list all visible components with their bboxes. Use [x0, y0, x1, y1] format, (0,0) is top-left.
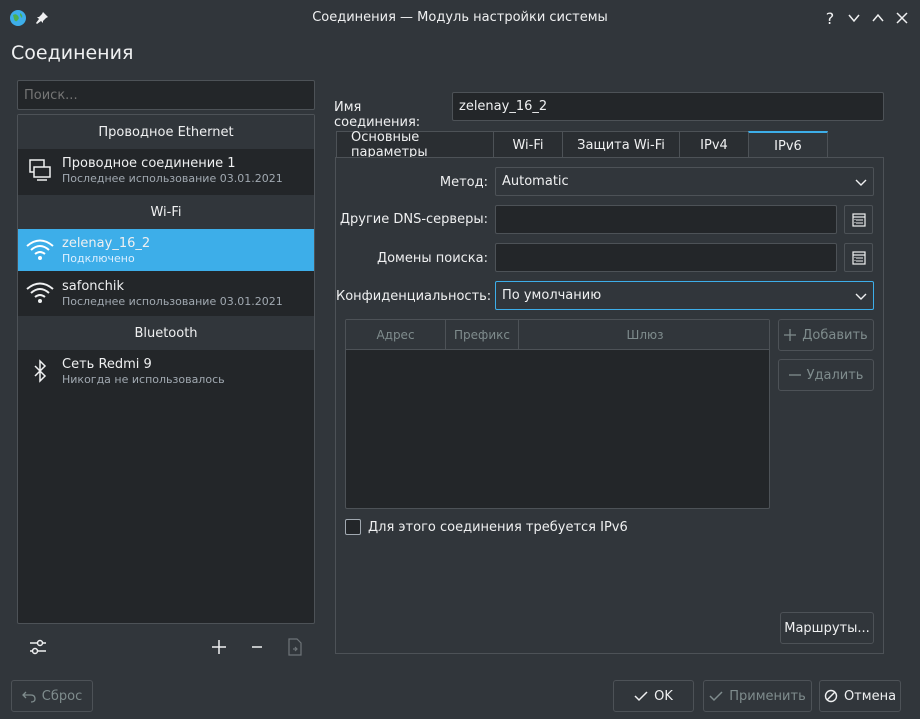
add-address-label: Добавить [802, 327, 868, 343]
ok-button[interactable]: OK [613, 680, 694, 712]
remove-address-button[interactable]: Удалить [778, 359, 874, 391]
group-header-ethernet: Проводное Ethernet [18, 115, 314, 149]
bluetooth-icon [18, 350, 62, 392]
dns-label: Другие DNS-серверы: [339, 212, 488, 227]
export-connection-button[interactable] [284, 636, 306, 658]
minimize-button[interactable] [844, 8, 864, 28]
add-address-button[interactable]: Добавить [778, 319, 874, 351]
maximize-button[interactable] [868, 8, 888, 28]
ok-label: OK [654, 688, 673, 704]
group-header-wifi: Wi-Fi [18, 195, 314, 229]
checkmark-icon [709, 691, 723, 702]
dns-servers-field[interactable] [495, 205, 837, 234]
tab-general[interactable]: Основные параметры [336, 130, 494, 160]
checkmark-icon [634, 691, 648, 702]
list-item[interactable]: zelenay_16_2 Подключено [18, 229, 314, 271]
tab-wifi[interactable]: Wi-Fi [493, 131, 563, 158]
chevron-up-icon [872, 13, 884, 22]
page-title: Соединения [11, 42, 134, 64]
connection-name: safonchik [62, 278, 125, 294]
close-button[interactable] [892, 8, 912, 28]
minus-icon [252, 646, 262, 648]
tab-ipv4[interactable]: IPv4 [679, 131, 749, 158]
reset-button[interactable]: Сброс [11, 680, 93, 712]
list-item[interactable]: Сеть Redmi 9 Никогда не использовалось [18, 350, 314, 392]
undo-icon [21, 691, 36, 703]
window-title: Соединения — Модуль настройки системы [312, 10, 608, 25]
chevron-down-icon [855, 293, 867, 300]
connection-list: Проводное Ethernet Проводное соединение … [17, 114, 315, 624]
tab-ipv6[interactable]: IPv6 [748, 131, 828, 159]
configure-icon[interactable] [27, 636, 49, 658]
chevron-down-icon [855, 179, 867, 186]
column-header-address[interactable]: Адрес [346, 320, 446, 350]
routes-button[interactable]: Маршруты... [780, 612, 874, 644]
connection-status: Подключено [62, 251, 135, 265]
plus-icon [784, 329, 797, 341]
connection-name-field[interactable] [452, 92, 884, 121]
method-label: Метод: [439, 175, 488, 190]
addresses-table[interactable]: Адрес Префикс Шлюз [345, 319, 770, 509]
group-header-bluetooth: Bluetooth [18, 316, 314, 350]
privacy-label: Конфиденциальность: [336, 289, 492, 304]
column-header-gateway[interactable]: Шлюз [519, 320, 769, 350]
edit-dns-list-button[interactable] [844, 205, 873, 234]
apply-button[interactable]: Применить [703, 680, 812, 712]
chevron-down-icon [848, 14, 860, 23]
search-domains-field[interactable] [495, 243, 837, 272]
privacy-select[interactable]: По умолчанию [495, 281, 874, 310]
wifi-icon [18, 229, 62, 271]
column-header-prefix[interactable]: Префикс [446, 320, 519, 350]
plus-icon [212, 640, 226, 654]
apply-label: Применить [729, 688, 806, 704]
method-value: Automatic [502, 174, 569, 189]
cancel-label: Отмена [843, 688, 897, 704]
help-button[interactable]: ? [820, 8, 840, 28]
tab-wifi-security[interactable]: Защита Wi-Fi [562, 131, 680, 158]
cancel-button[interactable]: Отмена [819, 680, 901, 712]
cancel-icon [824, 689, 838, 703]
connection-name: Сеть Redmi 9 [62, 356, 152, 372]
reset-label: Сброс [41, 688, 83, 704]
tab-bar: Основные параметры Wi-Fi Защита Wi-Fi IP… [336, 130, 828, 160]
privacy-value: По умолчанию [502, 288, 602, 303]
search-domains-label: Домены поиска: [376, 251, 488, 266]
require-ipv6-label: Для этого соединения требуется IPv6 [368, 520, 628, 535]
connection-status: Последнее использование 03.01.2021 [62, 171, 283, 185]
search-input[interactable] [17, 80, 315, 110]
connection-status: Никогда не использовалось [62, 372, 225, 386]
close-icon [896, 12, 908, 24]
connection-status: Последнее использование 03.01.2021 [62, 294, 283, 308]
list-edit-icon [851, 250, 866, 265]
list-item[interactable]: Проводное соединение 1 Последнее использ… [18, 149, 314, 191]
minus-icon [788, 374, 801, 376]
connection-name: zelenay_16_2 [62, 235, 151, 251]
list-edit-icon [851, 212, 866, 227]
remove-address-label: Удалить [806, 367, 864, 383]
method-select[interactable]: Automatic [495, 167, 874, 196]
remove-connection-button[interactable] [246, 636, 268, 658]
connection-name: Проводное соединение 1 [62, 155, 236, 171]
edit-search-domains-button[interactable] [844, 243, 873, 272]
require-ipv6-checkbox[interactable] [345, 519, 361, 535]
wifi-icon [18, 272, 62, 314]
list-item[interactable]: safonchik Последнее использование 03.01.… [18, 272, 314, 314]
document-export-icon [288, 638, 302, 656]
connection-name-label: Имя соединения: [334, 100, 421, 130]
computer-icon [18, 149, 62, 191]
add-connection-button[interactable] [208, 636, 230, 658]
